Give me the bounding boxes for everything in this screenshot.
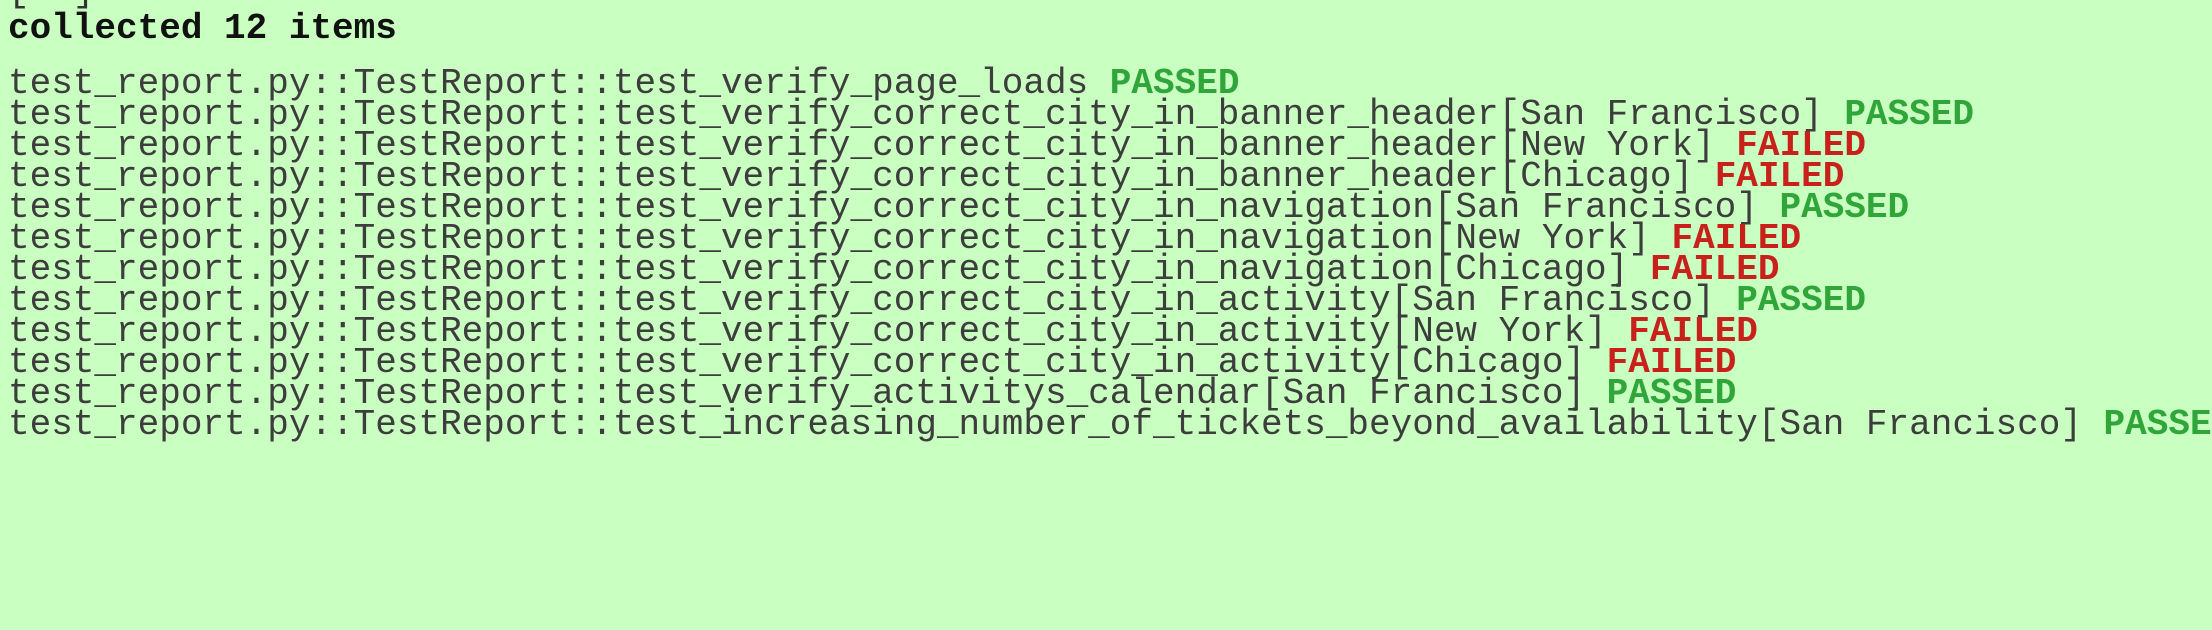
collected-items-header: collected 12 items — [8, 8, 397, 49]
test-name: test_report.py::TestReport::test_increas… — [8, 404, 2082, 445]
status-badge: PASSED — [2103, 404, 2212, 445]
terminal-window: [ ] collected 12 items test_report.py::T… — [0, 0, 2212, 630]
test-result-row: test_report.py::TestReport::test_increas… — [8, 403, 2212, 447]
